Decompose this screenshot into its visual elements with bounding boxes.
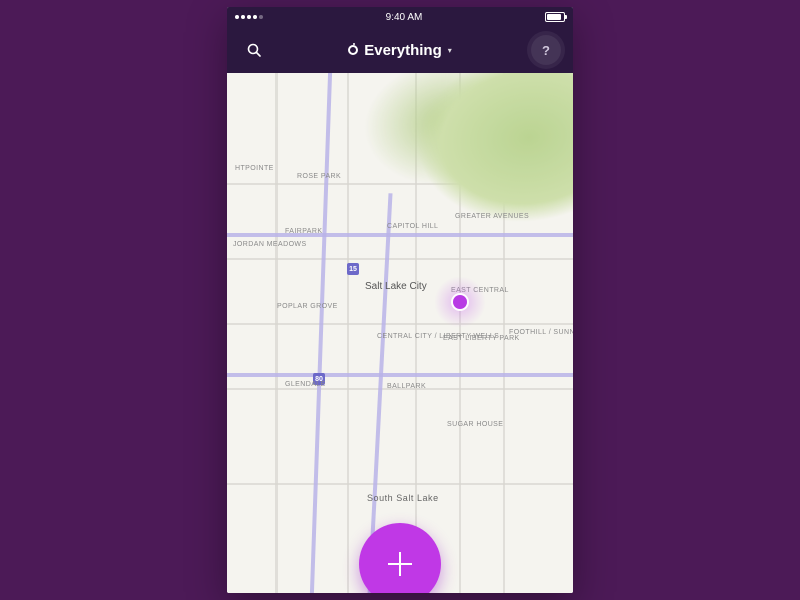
help-icon: ? — [542, 43, 550, 58]
filter-ring-icon — [348, 45, 358, 55]
status-time: 9:40 AM — [386, 12, 423, 23]
search-button[interactable] — [239, 35, 269, 65]
plus-icon — [399, 552, 401, 576]
nav-bar: Everything ▾ ? — [227, 27, 573, 73]
chevron-down-icon: ▾ — [448, 46, 452, 55]
search-icon — [246, 42, 262, 58]
battery-icon — [545, 12, 565, 22]
highway-shield: 15 — [347, 263, 359, 275]
filter-dropdown[interactable]: Everything ▾ — [227, 27, 573, 73]
filter-title: Everything — [364, 42, 442, 59]
status-bar: 9:40 AM — [227, 7, 573, 27]
location-dot-icon — [453, 295, 467, 309]
signal-strength-icon — [235, 15, 263, 19]
user-location-pin[interactable] — [453, 295, 467, 309]
map-highway — [227, 373, 573, 377]
map-view[interactable]: 15 80 HTPOINTE ROSE PARK FAIRPARK JORDAN… — [227, 73, 573, 593]
phone-frame: 9:40 AM Everything ▾ ? — [227, 7, 573, 593]
highway-shield: 80 — [313, 373, 325, 385]
help-button[interactable]: ? — [531, 35, 561, 65]
